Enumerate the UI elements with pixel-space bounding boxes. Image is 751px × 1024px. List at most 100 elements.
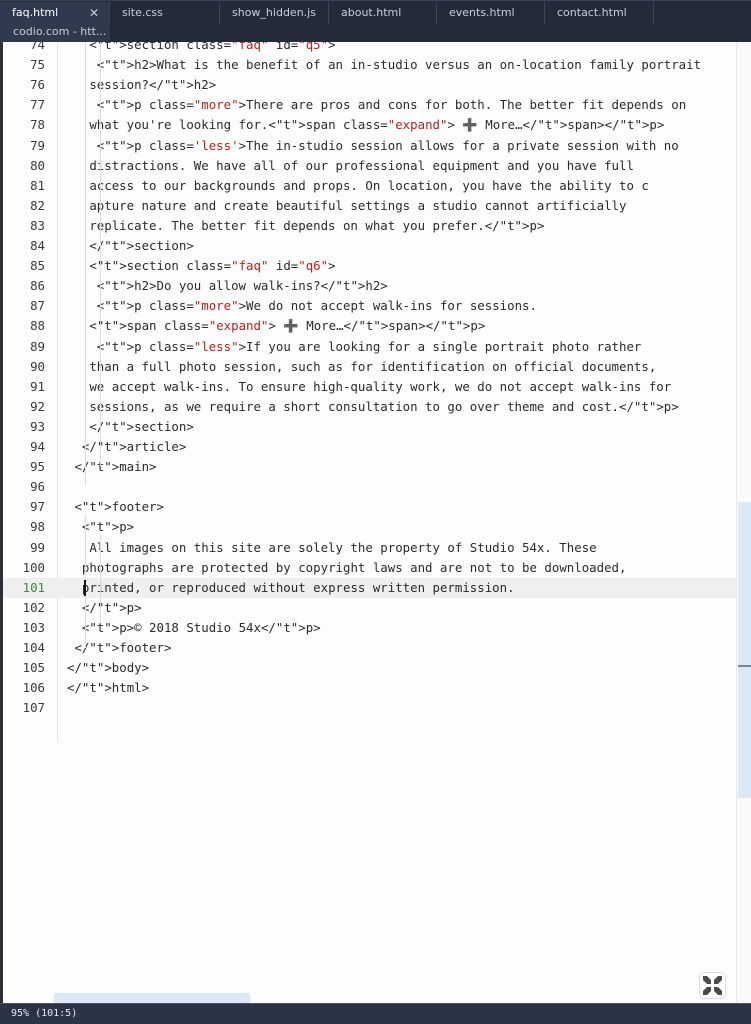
code-line[interactable]: 88 <"t">span class="expand"> ➕ More…</"t"… <box>3 316 736 336</box>
code-line[interactable]: 98 <"t">p> <box>3 517 736 537</box>
scrollbar-thumb[interactable] <box>738 502 751 798</box>
code-line[interactable]: 103 <"t">p>© 2018 Studio 54x</"t">p> <box>3 618 736 638</box>
code-line[interactable]: 87 <"t">p class="more">We do not accept w… <box>3 296 736 316</box>
code-text: what you're looking for.<"t">span class=… <box>89 117 665 133</box>
tab-about-html[interactable]: about.html <box>329 2 437 24</box>
line-number: 85 <box>30 258 45 274</box>
code-line[interactable]: 91 we accept walk-ins. To ensure high-qua… <box>3 377 736 397</box>
line-number: 98 <box>30 519 45 535</box>
line-number: 95 <box>30 459 45 475</box>
line-number: 93 <box>30 418 45 434</box>
code-line[interactable]: 81 access to our backgrounds and props. O… <box>3 176 736 196</box>
code-text: <"t">p class="more">There are pros and c… <box>97 97 687 113</box>
code-text: <"t">h2>Do you allow walk-ins?</"t">h2> <box>97 278 388 294</box>
line-number: 106 <box>22 680 45 696</box>
code-text: apture nature and create beautiful setti… <box>89 197 627 213</box>
code-text: <"t">p class="more">We do not accept wal… <box>97 298 537 314</box>
vertical-scrollbar[interactable] <box>736 42 751 1003</box>
line-number: 82 <box>30 197 45 213</box>
tab-show-hidden-js[interactable]: show_hidden.js <box>220 2 329 24</box>
code-text: <"t">p>© 2018 Studio 54x</"t">p> <box>82 619 321 635</box>
line-number: 89 <box>30 338 45 354</box>
tab-preview[interactable]: codio.com - htt... <box>0 24 110 42</box>
code-line[interactable]: 105 </"t">body> <box>3 658 736 678</box>
code-line[interactable]: 97 <"t">footer> <box>3 497 736 517</box>
indent-guide <box>85 42 86 486</box>
code-text: </"t">section> <box>89 238 194 253</box>
code-line[interactable]: 99 All images on this site are solely the… <box>3 538 736 558</box>
line-number: 94 <box>30 439 45 454</box>
code-line[interactable]: 107 <box>3 698 736 718</box>
code-line[interactable]: 76 session?</"t">h2> <box>3 75 736 95</box>
tab-events-html[interactable]: events.html <box>437 2 545 24</box>
code-line[interactable]: 83 replicate. The better fit depends on w… <box>3 216 736 236</box>
code-text: session?</"t">h2> <box>89 77 217 93</box>
code-line[interactable]: 77 <"t">p class="more">There are pros and… <box>3 95 736 115</box>
code-line[interactable]: 82 apture nature and create beautiful set… <box>3 196 736 216</box>
tab-contact-html[interactable]: contact.html <box>545 2 654 24</box>
code-text: </"t">p> <box>81 599 142 615</box>
code-line[interactable]: 106 </"t">html> <box>3 678 736 698</box>
code-text: <"t">span class="expand"> ➕ More…</"t">s… <box>89 318 486 334</box>
code-line[interactable]: 102 </"t">p> <box>3 598 736 618</box>
code-line[interactable]: 84 </"t">section> <box>3 236 736 256</box>
code-line[interactable]: 74 <"t">section class="faq" id="q5"> <box>3 42 736 55</box>
line-number: 75 <box>30 57 45 73</box>
line-number: 104 <box>22 640 45 655</box>
tab-label: show_hidden.js <box>232 6 316 19</box>
line-number: 86 <box>30 278 45 294</box>
code-editor[interactable]: 74 <"t">section class="faq" id="q5"> 75 <"t… <box>0 42 736 1003</box>
sub-tab-bar: codio.com - htt... <box>0 24 751 43</box>
status-text: 95% (101:5) <box>11 1008 78 1019</box>
code-text: photographs are protected by copyright l… <box>81 559 627 575</box>
line-number: 78 <box>30 117 45 133</box>
code-text: </"t">footer> <box>74 640 172 655</box>
code-text: </"t">main> <box>74 459 157 475</box>
line-number: 81 <box>30 177 45 193</box>
code-line[interactable]: 89 <"t">p class="less">If you are looking… <box>3 337 736 357</box>
tab-site-css[interactable]: site.css <box>110 2 220 24</box>
collapse-button[interactable] <box>699 972 726 999</box>
tab-label: faq.html <box>12 6 59 19</box>
code-line[interactable]: 90 than a full photo session, such as for… <box>3 357 736 377</box>
code-line[interactable]: 86 <"t">h2>Do you allow walk-ins?</"t">h2… <box>3 276 736 296</box>
code-text: we accept walk-ins. To ensure high-quali… <box>89 378 672 394</box>
line-number: 77 <box>30 97 45 113</box>
line-number: 87 <box>30 298 45 314</box>
line-number: 76 <box>30 77 45 93</box>
collapse-arrows-icon <box>703 976 722 995</box>
status-bar: 95% (101:5) <box>0 1003 751 1024</box>
code-text: <"t">p> <box>82 519 135 535</box>
code-line[interactable]: 85 <"t">section class="faq" id="q6"> <box>3 256 736 276</box>
line-number: 83 <box>30 217 45 233</box>
horizontal-scrollbar-thumb[interactable] <box>54 993 250 1003</box>
line-number: 80 <box>30 157 45 173</box>
code-line[interactable]: 95 </"t">main> <box>3 457 736 477</box>
code-line[interactable]: 101 printed, or reproduced without expres… <box>3 577 736 598</box>
code-text: </"t">body> <box>67 660 150 676</box>
code-line[interactable]: 80 distractions. We have all of our profe… <box>3 156 736 176</box>
line-number: 103 <box>22 619 45 635</box>
code-line[interactable]: 93 </"t">section> <box>3 417 736 437</box>
text-cursor <box>84 579 86 596</box>
line-number: 102 <box>22 599 45 615</box>
code-line[interactable]: 92 sessions, as we require a short consul… <box>3 397 736 417</box>
code-line[interactable]: 79 <"t">p class='less'>The in-studio sess… <box>3 136 736 156</box>
code-line[interactable]: 94 </"t">article> <box>3 437 736 457</box>
line-number: 88 <box>30 318 45 334</box>
line-number: 97 <box>30 499 45 515</box>
line-number: 100 <box>22 559 45 575</box>
code-line[interactable]: 96 <box>3 477 736 497</box>
code-line[interactable]: 78 what you're looking for.<"t">span clas… <box>3 115 736 135</box>
close-icon[interactable]: ✕ <box>89 2 99 24</box>
line-number: 90 <box>30 358 45 374</box>
code-text: </"t">section> <box>89 418 194 434</box>
code-line[interactable]: 75 <"t">h2>What is the benefit of an in-s… <box>3 55 736 75</box>
code-text: All images on this site are solely the p… <box>89 539 597 555</box>
tab-label: events.html <box>449 6 515 19</box>
code-line[interactable]: 100 photographs are protected by copyrigh… <box>3 558 736 578</box>
code-text: <"t">section class="faq" id="q6"> <box>89 258 336 274</box>
tab-faq-html[interactable]: faq.html ✕ <box>0 2 110 24</box>
code-line[interactable]: 104 </"t">footer> <box>3 638 736 658</box>
line-number: 107 <box>22 700 45 716</box>
